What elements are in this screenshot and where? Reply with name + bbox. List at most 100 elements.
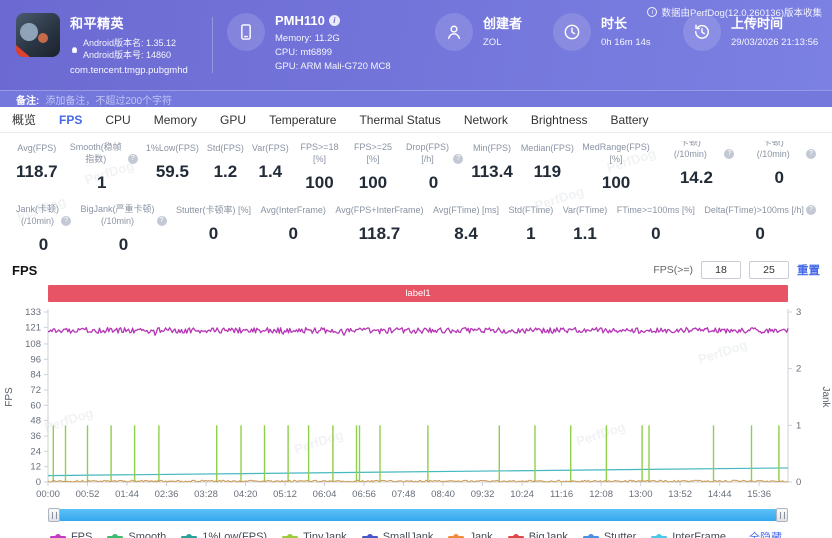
svg-text:09:32: 09:32 [471,489,495,500]
tab-memory[interactable]: Memory [154,113,197,127]
help-icon[interactable]: ? [61,216,71,226]
legend-label: BigJank [529,531,568,538]
svg-text:14:44: 14:44 [708,489,732,500]
app-version-code: Android版本号: 14860 [83,49,176,61]
legend-item-smooth[interactable]: Smooth [107,531,166,538]
stat-cell: Jank(卡顿) (/10min)?0 [12,203,75,255]
fps-threshold-input-2[interactable]: 25 [749,261,789,279]
help-icon[interactable]: ? [806,205,816,215]
stat-value: 1.4 [258,162,282,182]
device-info-icon[interactable]: i [329,15,340,26]
stat-label: 1%Low(FPS) [146,141,199,154]
info-icon: i [647,7,657,17]
fps-threshold-label: FPS(>=) [653,264,693,276]
stat-label: Median(FPS) [521,141,574,154]
tab-brightness[interactable]: Brightness [531,113,588,127]
svg-text:15:36: 15:36 [747,489,771,500]
svg-text:84: 84 [30,370,41,381]
help-icon[interactable]: ? [453,154,463,164]
legend-item-jank[interactable]: Jank [448,531,492,538]
svg-text:1: 1 [796,420,801,431]
stat-value: 0 [429,173,438,193]
stat-label: BigJank(严重卡顿) (/10min)? [81,203,167,227]
legend-item-interframe[interactable]: InterFrame [651,531,726,538]
stat-cell: TinyJank(轻微卡顿) (/10min)?14.2 [654,141,738,193]
legend-item-smalljank[interactable]: SmallJank [362,531,434,538]
stats-row-2: Jank(卡顿) (/10min)?0BigJank(严重卡顿) (/10min… [6,203,826,255]
help-icon[interactable]: ? [157,216,167,226]
tab-gpu[interactable]: GPU [220,113,246,127]
device-gpu: GPU: ARM Mali-G720 MC8 [275,60,391,74]
svg-text:133: 133 [25,307,41,318]
report-header: 和平精英 Android版本名: 1.35.12 Android版本号: 148… [0,0,832,90]
svg-text:08:40: 08:40 [431,489,455,500]
svg-text:72: 72 [30,385,41,396]
stat-cell: FPS>=18 [%]100 [293,141,346,193]
note-bar[interactable]: 备注: 添加备注，不超过200个字符 [0,90,832,107]
stat-value: 0 [39,235,48,255]
clock-icon [553,13,591,51]
svg-text:10:24: 10:24 [510,489,534,500]
range-track[interactable] [54,509,782,521]
help-icon[interactable]: ? [724,149,734,159]
reset-button[interactable]: 重置 [797,262,820,278]
tab-overview[interactable]: 概览 [12,111,36,128]
upload-value: 29/03/2026 21:13:56 [731,36,818,50]
app-package: com.tencent.tmgp.pubgmhd [70,65,188,76]
stat-value: 0 [209,224,218,244]
stat-label: FPS>=25 [%] [350,141,395,165]
chart-label-banner: label1 [48,285,788,302]
svg-text:06:56: 06:56 [352,489,376,500]
svg-text:24: 24 [30,446,41,457]
collector-note: i 数据由PerfDog(12.0.260136)版本收集 [647,5,822,19]
stat-value: 119 [534,162,561,182]
range-handle-left[interactable] [48,508,60,522]
stat-label: Stutter(卡顿率) [%] [176,203,251,216]
tab-fps[interactable]: FPS [59,113,82,127]
creator-info: 创建者 ZOL [435,13,553,51]
device-cpu: CPU: mt6899 [275,46,391,60]
stat-value: 1 [97,173,106,193]
tab-temperature[interactable]: Temperature [269,113,336,127]
tab-cpu[interactable]: CPU [105,113,130,127]
fps-threshold-input-1[interactable]: 18 [701,261,741,279]
hide-all-link[interactable]: 全隐藏 [749,529,782,538]
fps-chart[interactable]: PerfDogPerfDogPerfDogPerfDog133121108968… [0,304,832,504]
stat-cell: 1%Low(FPS)59.5 [142,141,203,193]
app-icon [16,13,60,57]
person-icon [435,13,473,51]
device-memory: Memory: 11.2G [275,32,391,46]
legend-item-stutter[interactable]: Stutter [583,531,636,538]
help-icon[interactable]: ? [128,154,138,164]
svg-text:01:44: 01:44 [115,489,139,500]
svg-text:60: 60 [30,400,41,411]
range-handle-right[interactable] [776,508,788,522]
stat-label: Drop(FPS) [/h]? [404,141,464,165]
creator-value: ZOL [483,36,522,50]
chart-range-scrollbar[interactable] [48,508,788,522]
legend-item-bigjank[interactable]: BigJank [508,531,568,538]
legend-item-low1[interactable]: 1%Low(FPS) [181,531,267,538]
stat-value: 0 [651,224,660,244]
legend-item-fps[interactable]: FPS [50,531,92,538]
svg-text:0: 0 [796,477,801,488]
stat-label: SmallJank(小卡顿) (/10min)? [742,141,816,160]
tab-thermal-status[interactable]: Thermal Status [359,113,440,127]
svg-text:04:20: 04:20 [234,489,258,500]
stat-label: TinyJank(轻微卡顿) (/10min)? [658,141,734,160]
legend-item-tinyjank[interactable]: TinyJank [282,531,347,538]
help-icon[interactable]: ? [806,149,816,159]
stat-label: Var(FPS) [252,141,289,154]
app-version-name: Android版本名: 1.35.12 [83,37,176,49]
stat-cell: Var(FPS) 1.4 [248,141,293,193]
stat-cell: Stutter(卡顿率) [%] 0 [172,203,255,255]
legend-label: InterFrame [672,531,726,538]
svg-text:12:08: 12:08 [589,489,613,500]
tab-network[interactable]: Network [464,113,508,127]
stat-cell: Drop(FPS) [/h]? 0 [400,141,468,193]
legend-label: TinyJank [303,531,347,538]
tab-battery[interactable]: Battery [611,113,649,127]
stat-label: FTime>=100ms [%] [617,203,695,216]
stat-value: 118.7 [16,162,58,182]
note-label: 备注: [16,92,39,107]
